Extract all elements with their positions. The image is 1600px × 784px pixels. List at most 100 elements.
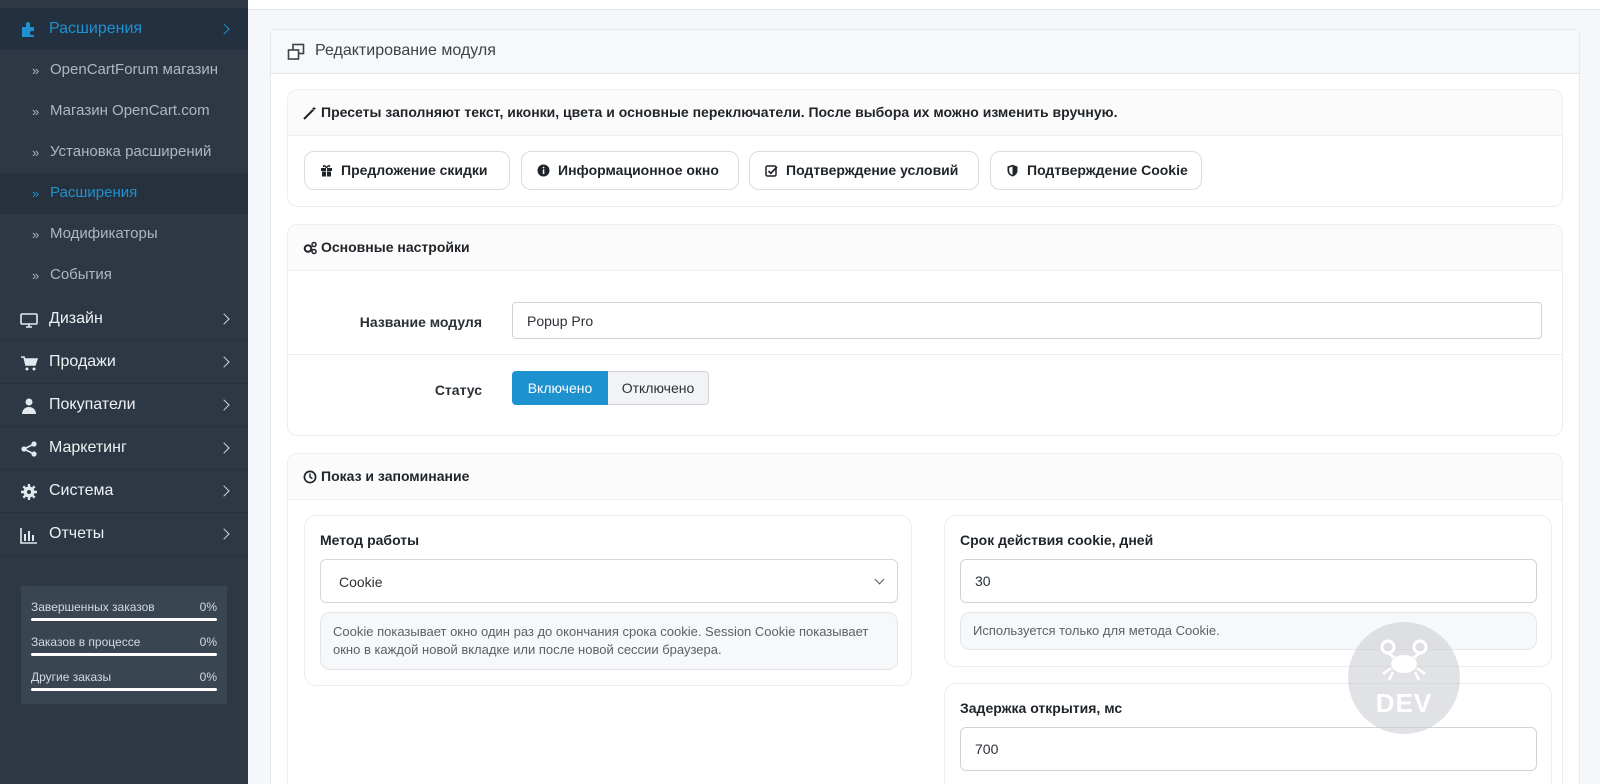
method-label: Метод работы (320, 532, 420, 548)
double-chevron-icon: » (32, 268, 39, 283)
preset-terms-button[interactable]: Подтверждение условий (749, 151, 979, 190)
row-divider (288, 354, 1562, 355)
sidebar-subitem-label: Магазин OpenCart.com (50, 102, 210, 119)
chevron-right-icon (218, 313, 230, 325)
sidebar-item-label: Система (49, 482, 114, 499)
stat-progress-bar (31, 618, 217, 621)
presets-heading: Пресеты заполняют текст, иконки, цвета и… (321, 104, 1118, 120)
display-memory-heading: Показ и запоминание (321, 468, 470, 484)
info-icon (537, 164, 550, 177)
crab-icon (1380, 639, 1428, 681)
double-chevron-icon: » (32, 227, 39, 242)
chevron-right-icon (218, 442, 230, 454)
module-name-label: Название модуля (359, 314, 482, 330)
sidebar: Расширения » OpenCartForum магазин » Маг… (0, 0, 248, 784)
window-restore-icon (287, 43, 305, 60)
status-enabled-button[interactable]: Включено (512, 371, 608, 405)
gear-icon (21, 484, 37, 500)
preset-button-label: Предложение скидки (341, 162, 488, 178)
chevron-right-icon (218, 399, 230, 411)
share-icon (21, 441, 37, 457)
stat-completed: Завершенных заказов 0% (31, 600, 217, 632)
sidebar-item-extensions[interactable]: Расширения (0, 8, 248, 50)
order-stats: Завершенных заказов 0% Заказов в процесс… (21, 586, 227, 704)
sidebar-item-design[interactable]: Дизайн (0, 298, 248, 341)
panel-title: Редактирование модуля (315, 42, 496, 59)
chevron-right-icon (218, 485, 230, 497)
open-delay-card: Задержка открытия, мс (944, 683, 1552, 784)
sidebar-item-label: Расширения (49, 20, 143, 37)
bar-chart-icon (20, 528, 37, 544)
checkbox-icon (765, 165, 778, 177)
sidebar-item-label: Покупатели (49, 396, 136, 413)
dev-watermark: DEV (1348, 622, 1460, 734)
chevron-right-icon (218, 356, 230, 368)
cookie-days-card: Срок действия cookie, дней Используется … (944, 515, 1552, 667)
sidebar-item-customers[interactable]: Покупатели (0, 384, 248, 427)
sidebar-item-label: Дизайн (49, 310, 103, 327)
stat-label: Заказов в процессе (31, 635, 141, 649)
method-card: Метод работы Cookie Cookie показывает ок… (304, 515, 912, 686)
sidebar-item-marketing[interactable]: Маркетинг (0, 427, 248, 470)
cookie-days-hint: Используется только для метода Cookie. (960, 612, 1537, 650)
magic-wand-icon (303, 106, 317, 120)
stat-value: 0% (199, 670, 217, 684)
display-memory-card: Показ и запоминание Метод работы Cookie … (287, 453, 1563, 784)
sidebar-subitem-label: События (50, 266, 112, 283)
status-label: Статус (434, 382, 482, 398)
sidebar-subitem-installer[interactable]: » Установка расширений (0, 132, 248, 173)
sidebar-subitem-ocf-store[interactable]: » OpenCartForum магазин (0, 50, 248, 91)
preset-info-window-button[interactable]: Информационное окно (521, 151, 739, 190)
puzzle-icon (22, 22, 34, 37)
basic-settings-header: Основные настройки (288, 225, 1562, 271)
status-enabled-label: Включено (527, 380, 593, 396)
preset-discount-button[interactable]: Предложение скидки (304, 151, 510, 190)
status-disabled-button[interactable]: Отключено (608, 371, 709, 405)
chevron-down-icon (874, 574, 885, 585)
cookie-days-label: Срок действия cookie, дней (960, 532, 1154, 548)
sidebar-item-system[interactable]: Система (0, 470, 248, 513)
preset-button-label: Подтверждение условий (786, 162, 959, 178)
preset-button-label: Подтверждение Cookie (1027, 162, 1188, 178)
display-memory-header: Показ и запоминание (288, 454, 1562, 500)
stat-value: 0% (199, 635, 217, 649)
presets-card: Пресеты заполняют текст, иконки, цвета и… (287, 89, 1563, 207)
method-select-value: Cookie (339, 574, 383, 590)
sidebar-subitem-events[interactable]: » События (0, 255, 248, 296)
sidebar-item-sales[interactable]: Продажи (0, 341, 248, 384)
sidebar-item-label: Продажи (49, 353, 116, 370)
cart-icon (21, 356, 38, 371)
double-chevron-icon: » (32, 63, 39, 78)
stat-label: Другие заказы (31, 670, 112, 684)
sidebar-item-label: Маркетинг (49, 439, 127, 456)
sidebar-subitem-label: Расширения (50, 184, 138, 201)
sidebar-item-label: Отчеты (49, 525, 105, 542)
user-icon (22, 398, 36, 414)
sidebar-subitem-extensions[interactable]: » Расширения (0, 173, 248, 214)
basic-settings-heading: Основные настройки (321, 239, 470, 255)
preset-button-label: Информационное окно (558, 162, 719, 178)
sidebar-item-reports[interactable]: Отчеты (0, 513, 248, 556)
stat-value: 0% (199, 600, 217, 614)
stat-other: Другие заказы 0% (31, 670, 217, 702)
clock-icon (303, 470, 317, 484)
preset-cookie-button[interactable]: Подтверждение Cookie (990, 151, 1202, 190)
double-chevron-icon: » (32, 104, 39, 119)
gift-icon (321, 164, 332, 177)
sidebar-subitem-label: Установка расширений (50, 143, 212, 160)
method-select[interactable]: Cookie (320, 559, 898, 603)
double-chevron-icon: » (32, 186, 39, 201)
open-delay-label: Задержка открытия, мс (960, 700, 1123, 716)
cookie-days-input[interactable] (960, 559, 1537, 603)
stat-label: Завершенных заказов (31, 600, 155, 614)
top-header (248, 0, 1600, 10)
sidebar-subitem-modifications[interactable]: » Модификаторы (0, 214, 248, 255)
presets-card-header: Пресеты заполняют текст, иконки, цвета и… (288, 90, 1562, 136)
module-name-input[interactable] (512, 302, 1542, 339)
sidebar-subitem-opencart-store[interactable]: » Магазин OpenCart.com (0, 91, 248, 132)
chevron-right-icon (218, 23, 230, 35)
watermark-text: DEV (1375, 688, 1433, 718)
status-disabled-label: Отключено (621, 380, 695, 396)
open-delay-input[interactable] (960, 727, 1537, 771)
double-chevron-icon: » (32, 145, 39, 160)
